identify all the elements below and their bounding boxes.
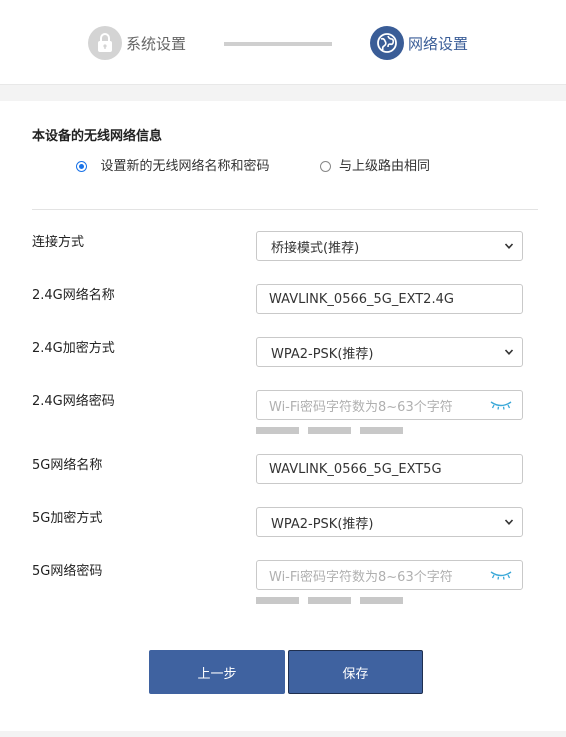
eye-closed-icon[interactable]: [490, 400, 512, 410]
label-ssid-24g: 2.4G网络名称: [32, 288, 115, 303]
password-strength-5g: [256, 597, 403, 604]
label-encryption-24g: 2.4G加密方式: [32, 341, 115, 356]
input-placeholder: Wi-Fi密码字符数为8~63个字符: [269, 569, 453, 585]
step-label-network: 网络设置: [408, 34, 469, 53]
encryption-5g-select[interactable]: WPA2-PSK(推荐): [256, 507, 523, 537]
previous-step-button[interactable]: 上一步: [149, 650, 285, 694]
password-5g-input[interactable]: Wi-Fi密码字符数为8~63个字符: [256, 560, 523, 590]
strength-bar: [308, 427, 351, 434]
encryption-24g-select[interactable]: WPA2-PSK(推荐): [256, 337, 523, 367]
label-ssid-5g: 5G网络名称: [32, 458, 103, 473]
setup-stepper: 系统设置 网络设置: [0, 0, 566, 85]
radio-label: 与上级路由相同: [339, 159, 431, 174]
strength-bar: [308, 597, 351, 604]
label-connection-mode: 连接方式: [32, 235, 85, 250]
input-value: WAVLINK_0566_5G_EXT5G: [269, 461, 442, 477]
save-button[interactable]: 保存: [288, 650, 423, 694]
radio-same-as-uplink[interactable]: 与上级路由相同: [320, 158, 430, 176]
select-value: 桥接模式(推荐): [271, 240, 360, 256]
radio-new-network[interactable]: 设置新的无线网络名称和密码: [76, 158, 276, 176]
step-connector: [224, 42, 332, 46]
connection-mode-select[interactable]: 桥接模式(推荐): [256, 231, 523, 261]
label-password-5g: 5G网络密码: [32, 564, 103, 579]
strength-bar: [256, 427, 299, 434]
ssid-24g-input[interactable]: WAVLINK_0566_5G_EXT2.4G: [256, 284, 523, 314]
radio-button-unchecked[interactable]: [320, 161, 331, 172]
radio-label: 设置新的无线网络名称和密码: [100, 159, 270, 174]
step-network-settings: 网络设置: [370, 25, 468, 61]
select-value: WPA2-PSK(推荐): [271, 346, 374, 362]
ssid-5g-input[interactable]: WAVLINK_0566_5G_EXT5G: [256, 454, 523, 484]
strength-bar: [360, 597, 403, 604]
input-placeholder: Wi-Fi密码字符数为8~63个字符: [269, 399, 453, 415]
select-value: WPA2-PSK(推荐): [271, 516, 374, 532]
password-strength-24g: [256, 427, 403, 434]
strength-bar: [360, 427, 403, 434]
step-system-settings: 系统设置: [88, 25, 186, 61]
wireless-settings-card: 本设备的无线网络信息 设置新的无线网络名称和密码 与上级路由相同 连接方式 桥接…: [0, 101, 566, 731]
chevron-down-icon: [504, 243, 514, 249]
chevron-down-icon: [504, 349, 514, 355]
label-password-24g: 2.4G网络密码: [32, 394, 115, 409]
section-divider: [32, 209, 538, 210]
radio-button-checked[interactable]: [76, 161, 87, 172]
input-value: WAVLINK_0566_5G_EXT2.4G: [269, 291, 454, 307]
step-label-system: 系统设置: [126, 34, 187, 53]
globe-icon: [370, 26, 404, 60]
password-24g-input[interactable]: Wi-Fi密码字符数为8~63个字符: [256, 390, 523, 420]
section-title: 本设备的无线网络信息: [32, 129, 163, 144]
label-encryption-5g: 5G加密方式: [32, 511, 103, 526]
chevron-down-icon: [504, 519, 514, 525]
eye-closed-icon[interactable]: [490, 570, 512, 580]
strength-bar: [256, 597, 299, 604]
lock-icon: [88, 26, 122, 60]
